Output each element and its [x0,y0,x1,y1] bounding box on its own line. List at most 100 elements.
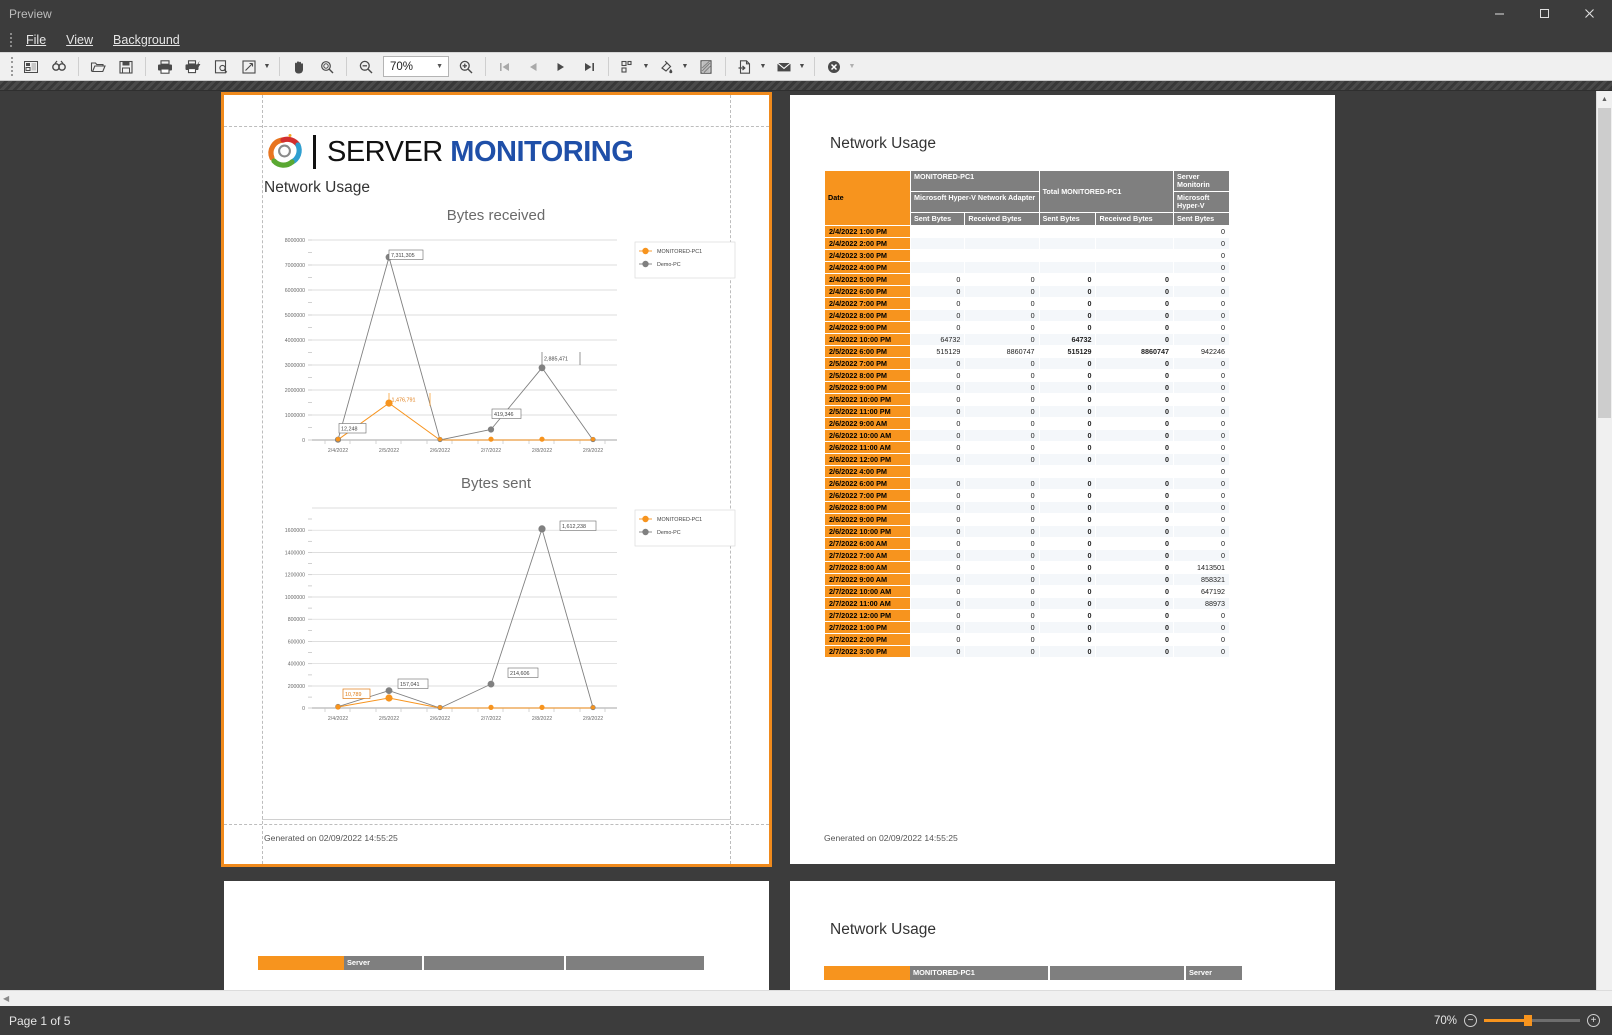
horizontal-scrollbar[interactable]: ◀ [0,990,1612,1006]
table-cell-value: 0 [911,502,965,514]
table-cell-value: 0 [911,538,965,550]
chart2-legend: MONITORED-PC1 Demo-PC [635,510,735,546]
toolbar: ▼ 70% ▼ ▼ ▼ ▼ ▼ [0,52,1612,81]
chart2-legend-demo-pc: Demo-PC [657,530,681,536]
document-map-icon[interactable] [17,54,45,79]
save-icon[interactable] [112,54,140,79]
close-button[interactable] [1567,0,1612,27]
previous-page-icon[interactable] [519,54,547,79]
vertical-scrollbar[interactable]: ▲ ▼ [1596,91,1612,1012]
chart2-label-1612238: 1,612,238 [562,524,586,530]
zoom-out-icon[interactable] [352,54,380,79]
menu-bar: File View Background [0,27,1612,52]
table-row: 2/5/2022 11:00 PM00000 [825,406,1230,418]
chart1-ytick-0: 0 [302,438,305,444]
table-cell-value: 647192 [1174,586,1230,598]
table-cell-value: 0 [965,490,1039,502]
open-icon[interactable] [84,54,112,79]
background-color-icon[interactable] [653,54,681,79]
minimize-button[interactable] [1477,0,1522,27]
table-cell-date: 2/4/2022 4:00 PM [825,262,911,274]
table-cell-value: 8860747 [1096,346,1174,358]
quick-print-icon[interactable] [179,54,207,79]
close-preview-dropdown-icon[interactable]: ▼ [845,54,859,79]
maximize-button[interactable] [1522,0,1567,27]
table-cell-date: 2/4/2022 9:00 PM [825,322,911,334]
table-cell-value: 0 [965,430,1039,442]
background-color-dropdown-icon[interactable]: ▼ [678,54,692,79]
menu-item-view[interactable]: View [56,30,103,50]
next-page-icon[interactable] [547,54,575,79]
scale-dropdown-icon[interactable]: ▼ [260,54,274,79]
table-cell-value [1039,250,1096,262]
scroll-left-button[interactable]: ◀ [3,994,9,1003]
chart1-xtick-4: 2/8/2022 [532,448,552,454]
chart2-ytick-1200000: 1200000 [285,573,305,579]
table-row: 2/6/2022 10:00 PM00000 [825,526,1230,538]
page4-header-monitored-pc1: MONITORED-PC1 [910,966,1048,980]
export-dropdown-icon[interactable]: ▼ [756,54,770,79]
page1-generated-text: Generated on 02/09/2022 14:55:25 [264,833,398,843]
table-cell-value [965,238,1039,250]
chart2-series-demo-pc-line [338,529,593,708]
table-row: 2/7/2022 3:00 PM00000 [825,646,1230,658]
zoom-in-button[interactable]: + [1587,1014,1600,1027]
menu-grip[interactable] [6,32,16,48]
print-icon[interactable] [151,54,179,79]
find-icon[interactable] [45,54,73,79]
chevron-down-icon[interactable]: ▼ [436,63,448,70]
first-page-icon[interactable] [491,54,519,79]
page-setup-icon[interactable] [207,54,235,79]
email-dropdown-icon[interactable]: ▼ [795,54,809,79]
table-row: 2/7/2022 7:00 AM00000 [825,550,1230,562]
chart2-ytick-800000: 800000 [288,617,305,623]
multiple-pages-dropdown-icon[interactable]: ▼ [639,54,653,79]
zoom-slider-knob[interactable] [1524,1015,1532,1026]
zoom-slider[interactable] [1484,1019,1580,1022]
toolbar-grip[interactable] [6,56,17,78]
table-cell-date: 2/6/2022 12:00 PM [825,454,911,466]
chart2-ytick-400000: 400000 [288,662,305,668]
table-cell-value: 0 [1039,586,1096,598]
server-monitoring-logo-icon [264,131,306,173]
table-cell-value: 0 [1096,646,1174,658]
close-preview-icon[interactable] [820,54,848,79]
export-document-icon[interactable] [731,54,759,79]
chart1-legend: MONITORED-PC1 Demo-PC [635,242,735,278]
window-caption: Preview [0,7,52,21]
menu-item-file[interactable]: File [16,30,56,50]
table-cell-value: 0 [1096,586,1174,598]
zoom-in-icon[interactable] [452,54,480,79]
scrollbar-thumb[interactable] [1598,108,1611,418]
table-cell-date: 2/6/2022 10:00 PM [825,526,911,538]
table-cell-value: 0 [1174,322,1230,334]
table-cell-date: 2/6/2022 6:00 PM [825,478,911,490]
send-via-email-icon[interactable] [770,54,798,79]
table-row: 2/7/2022 11:00 AM000088973 [825,598,1230,610]
table-cell-value: 0 [911,574,965,586]
table-cell-value [1096,466,1174,478]
multiple-pages-icon[interactable] [614,54,642,79]
table-cell-date: 2/4/2022 5:00 PM [825,274,911,286]
hand-tool-icon[interactable] [285,54,313,79]
last-page-icon[interactable] [575,54,603,79]
table-cell-value: 0 [1096,574,1174,586]
zoom-combobox[interactable]: 70% ▼ [383,56,449,77]
chart2-ytick-0: 0 [302,706,305,712]
table-cell-value: 0 [911,610,965,622]
magnifier-icon[interactable] [313,54,341,79]
page1-report-title: Network Usage [264,179,370,197]
chart2-ytick-1400000: 1400000 [285,551,305,557]
table-cell-value: 0 [965,406,1039,418]
chart1-ytick-7000000: 7000000 [285,263,305,269]
table-cell-value: 0 [1039,538,1096,550]
preview-page-1[interactable]: SERVER MONITORING Network Usage Bytes re… [224,95,769,864]
table-row: 2/5/2022 9:00 PM00000 [825,382,1230,394]
zoom-out-button[interactable]: − [1464,1014,1477,1027]
table-cell-value: 0 [1174,238,1230,250]
watermark-icon[interactable] [692,54,720,79]
preview-page-2[interactable]: Network Usage Date MONITORED-PC1 Total M… [790,95,1335,864]
scroll-up-button[interactable]: ▲ [1597,91,1612,107]
scale-icon[interactable] [235,54,263,79]
menu-item-background[interactable]: Background [103,30,190,50]
